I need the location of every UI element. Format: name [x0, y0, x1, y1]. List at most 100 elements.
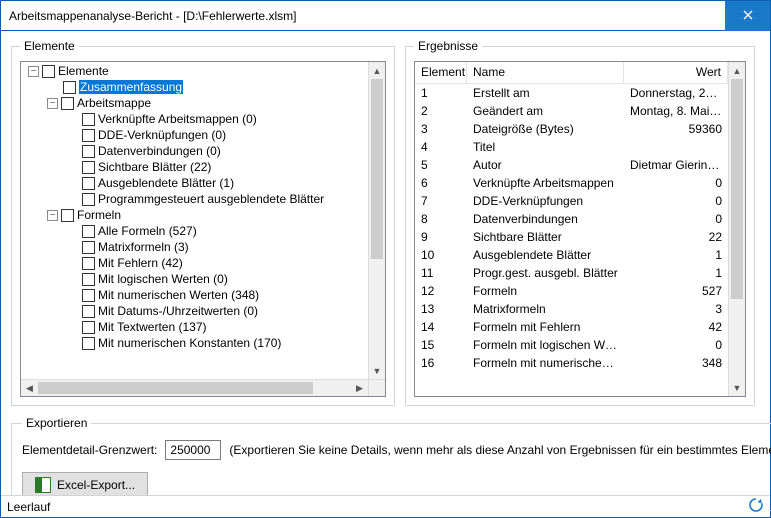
table-row[interactable]: 6Verknüpfte Arbeitsmappen0 [415, 174, 728, 192]
tree-vertical-scrollbar[interactable]: ▲ ▼ [368, 62, 385, 379]
tree-item[interactable]: Ausgeblendete Blätter (1) [21, 175, 368, 191]
table-row[interactable]: 2Geändert amMontag, 8. Mai ... [415, 102, 728, 120]
tree-item[interactable]: Alle Formeln (527) [21, 223, 368, 239]
cell-name: Autor [467, 158, 624, 172]
table-row[interactable]: 10Ausgeblendete Blätter1 [415, 246, 728, 264]
tree-checkbox[interactable] [82, 193, 95, 206]
refresh-icon[interactable] [748, 497, 764, 516]
scroll-left-icon[interactable]: ◀ [21, 380, 38, 396]
table-row[interactable]: 5AutorDietmar Gieringer [415, 156, 728, 174]
column-header-value[interactable]: Wert [624, 62, 728, 83]
tree-item[interactable]: Sichtbare Blätter (22) [21, 159, 368, 175]
tree-item[interactable]: Programmgesteuert ausgeblendete Blätter [21, 191, 368, 207]
tree-checkbox[interactable] [82, 129, 95, 142]
tree-checkbox[interactable] [82, 273, 95, 286]
tree-item[interactable]: DDE-Verknüpfungen (0) [21, 127, 368, 143]
tree-expander-icon[interactable]: − [28, 66, 39, 77]
table-row[interactable]: 12Formeln527 [415, 282, 728, 300]
tree-item[interactable]: Matrixformeln (3) [21, 239, 368, 255]
cell-value: 1 [624, 248, 728, 262]
table-row[interactable]: 16Formeln mit numerischen Werten348 [415, 354, 728, 372]
tree-checkbox[interactable] [82, 145, 95, 158]
tree-item[interactable]: Verknüpfte Arbeitsmappen (0) [21, 111, 368, 127]
tree-checkbox[interactable] [82, 113, 95, 126]
scroll-right-icon[interactable]: ▶ [351, 380, 368, 396]
table-row[interactable]: 1Erstellt amDonnerstag, 29.... [415, 84, 728, 102]
tree-checkbox[interactable] [63, 81, 76, 94]
cell-element: 8 [415, 212, 467, 226]
tree-item[interactable]: Mit Datums-/Uhrzeitwerten (0) [21, 303, 368, 319]
tree-checkbox[interactable] [82, 225, 95, 238]
tree-item[interactable]: −Arbeitsmappe [21, 95, 368, 111]
tree-checkbox[interactable] [61, 209, 74, 222]
table-row[interactable]: 9Sichtbare Blätter22 [415, 228, 728, 246]
elements-panel: Elemente −ElementeZusammenfassung−Arbeit… [11, 39, 395, 406]
tree-item[interactable]: − Formeln [21, 207, 368, 223]
tree-checkbox[interactable] [61, 97, 74, 110]
scroll-down-icon[interactable]: ▼ [729, 379, 745, 396]
tree-checkbox[interactable] [82, 321, 95, 334]
tree-item-label: Mit numerischen Konstanten (170) [98, 336, 281, 350]
tree-horizontal-scrollbar[interactable]: ◀ ▶ [21, 379, 368, 396]
tree-checkbox[interactable] [42, 65, 55, 78]
table-row[interactable]: 3Dateigröße (Bytes)59360 [415, 120, 728, 138]
scroll-up-icon[interactable]: ▲ [369, 62, 385, 79]
tree-item[interactable]: Mit numerischen Werten (348) [21, 287, 368, 303]
cell-value: 0 [624, 338, 728, 352]
table-row[interactable]: 11Progr.gest. ausgebl. Blätter1 [415, 264, 728, 282]
tree-item[interactable]: Mit numerischen Konstanten (170) [21, 335, 368, 351]
cell-value: 348 [624, 356, 728, 370]
elements-tree[interactable]: −ElementeZusammenfassung−ArbeitsmappeVer… [20, 61, 386, 397]
cell-value: 1 [624, 266, 728, 280]
tree-checkbox[interactable] [82, 305, 95, 318]
cell-value: Montag, 8. Mai ... [624, 104, 728, 118]
tree-checkbox[interactable] [82, 337, 95, 350]
cell-name: DDE-Verknüpfungen [467, 194, 624, 208]
tree-expander-icon[interactable]: − [47, 98, 58, 109]
scroll-up-icon[interactable]: ▲ [729, 62, 745, 79]
tree-item[interactable]: Zusammenfassung [21, 79, 368, 95]
cell-element: 3 [415, 122, 467, 136]
table-row[interactable]: 14Formeln mit Fehlern42 [415, 318, 728, 336]
table-row[interactable]: 7DDE-Verknüpfungen0 [415, 192, 728, 210]
tree-checkbox[interactable] [82, 257, 95, 270]
tree-item[interactable]: −Elemente [21, 63, 368, 79]
tree-item[interactable]: Datenverbindungen (0) [21, 143, 368, 159]
cell-element: 7 [415, 194, 467, 208]
table-row[interactable]: 4Titel [415, 138, 728, 156]
tree-item[interactable]: Mit Textwerten (137) [21, 319, 368, 335]
cell-name: Erstellt am [467, 86, 624, 100]
cell-element: 9 [415, 230, 467, 244]
tree-item-label: Mit numerischen Werten (348) [98, 288, 259, 302]
cell-name: Formeln mit Fehlern [467, 320, 624, 334]
limit-input[interactable] [165, 440, 221, 460]
results-grid[interactable]: Element Name Wert 1Erstellt amDonnerstag… [414, 61, 746, 397]
tree-item[interactable]: Mit logischen Werten (0) [21, 271, 368, 287]
cell-name: Sichtbare Blätter [467, 230, 624, 244]
tree-checkbox[interactable] [82, 241, 95, 254]
table-row[interactable]: 13Matrixformeln3 [415, 300, 728, 318]
table-row[interactable]: 15Formeln mit logischen Werten0 [415, 336, 728, 354]
cell-value: 0 [624, 194, 728, 208]
window-close-button[interactable] [725, 1, 770, 31]
scroll-thumb[interactable] [371, 79, 383, 259]
excel-export-label: Excel-Export... [57, 478, 135, 492]
tree-item-label: Formeln [77, 208, 121, 222]
tree-checkbox[interactable] [82, 289, 95, 302]
column-header-name[interactable]: Name [467, 62, 624, 83]
tree-checkbox[interactable] [82, 177, 95, 190]
tree-checkbox[interactable] [82, 161, 95, 174]
cell-value: 59360 [624, 122, 728, 136]
column-header-element[interactable]: Element [415, 62, 467, 83]
tree-expander-icon[interactable]: − [47, 210, 58, 221]
scroll-down-icon[interactable]: ▼ [369, 362, 385, 379]
cell-element: 12 [415, 284, 467, 298]
results-vertical-scrollbar[interactable]: ▲ ▼ [728, 62, 745, 396]
tree-item[interactable]: Mit Fehlern (42) [21, 255, 368, 271]
scroll-thumb[interactable] [731, 79, 743, 299]
table-row[interactable]: 8Datenverbindungen0 [415, 210, 728, 228]
excel-icon [35, 477, 51, 493]
scroll-thumb[interactable] [38, 382, 313, 394]
status-text: Leerlauf [7, 500, 50, 514]
cell-element: 11 [415, 266, 467, 280]
